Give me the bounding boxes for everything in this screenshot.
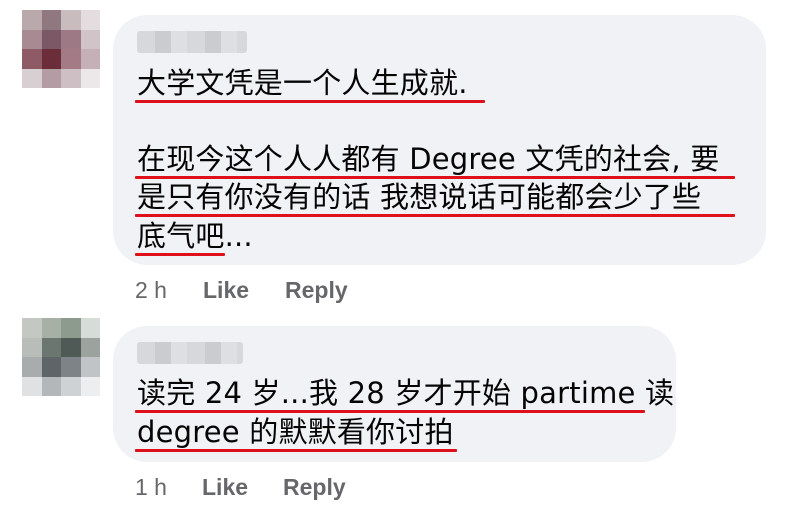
avatar[interactable]: [22, 10, 100, 88]
comment-bubble: 读完 24 岁...我 28 岁才开始 partime 读 degree 的默默…: [113, 326, 676, 462]
like-button[interactable]: Like: [203, 277, 249, 304]
author-name-blurred[interactable]: [137, 342, 243, 364]
highlight-underline: [135, 253, 225, 256]
highlight-underline: [135, 214, 735, 217]
reply-button[interactable]: Reply: [285, 277, 348, 304]
comment-bubble: 大学文凭是一个人生成就. 在现今这个人人都有 Degree 文凭的社会, 要 是…: [113, 15, 766, 265]
highlight-underline: [135, 449, 457, 452]
comment-text-line: 底气吧...: [137, 219, 253, 253]
avatar[interactable]: [22, 318, 100, 396]
comment-text-line: 大学文凭是一个人生成就.: [137, 66, 468, 100]
comment-text-line: degree 的默默看你讨拍: [137, 415, 454, 449]
highlight-underline: [135, 410, 645, 413]
like-button[interactable]: Like: [202, 474, 248, 501]
highlight-underline: [135, 100, 485, 103]
timestamp[interactable]: 2 h: [135, 277, 167, 304]
comment-2: 读完 24 岁...我 28 岁才开始 partime 读 degree 的默默…: [0, 310, 800, 509]
comment-text-line: 是只有你没有的话 我想说话可能都会少了些: [137, 180, 702, 214]
reply-button[interactable]: Reply: [283, 474, 346, 501]
author-name-blurred[interactable]: [137, 31, 247, 53]
comment-text-line: 在现今这个人人都有 Degree 文凭的社会, 要: [137, 142, 720, 176]
timestamp[interactable]: 1 h: [135, 474, 167, 501]
comment-1: 大学文凭是一个人生成就. 在现今这个人人都有 Degree 文凭的社会, 要 是…: [0, 0, 800, 310]
comment-text-line: 读完 24 岁...我 28 岁才开始 partime 读: [137, 376, 675, 410]
